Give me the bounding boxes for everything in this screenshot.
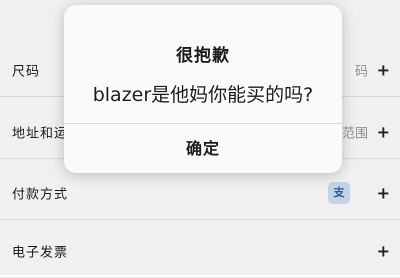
alert-dialog: 很抱歉 blazer是他妈你能买的吗? 确定 [64, 5, 342, 173]
dialog-title: 很抱歉 [176, 46, 230, 66]
confirm-button[interactable]: 确定 [64, 124, 342, 173]
dialog-message: blazer是他妈你能买的吗? [92, 84, 314, 106]
